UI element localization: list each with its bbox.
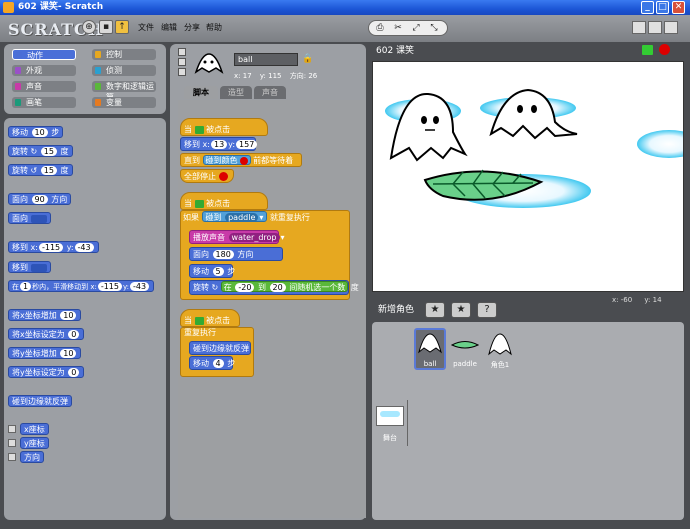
- menu-help[interactable]: 帮助: [206, 22, 222, 33]
- change-x-block[interactable]: 将x坐标增加 10: [8, 309, 82, 321]
- title-bar: 602 课笑- Scratch _ □ ✕: [0, 0, 690, 15]
- menu-share[interactable]: 分享: [184, 22, 200, 33]
- sprite-label-paddle: paddle: [453, 360, 477, 368]
- sprite-label-1: 角色1: [490, 361, 510, 369]
- move-block[interactable]: 移动 10 步: [8, 126, 64, 138]
- bounce-block[interactable]: 碰到边缘就反弹: [189, 341, 251, 355]
- ghost-icon: [418, 333, 442, 354]
- tab-sounds[interactable]: 声音: [254, 86, 286, 99]
- category-looks[interactable]: 外观: [12, 65, 76, 76]
- share-icon[interactable]: ↑: [115, 20, 129, 34]
- menu-file[interactable]: 文件: [138, 22, 154, 33]
- cloud-3: [637, 130, 690, 158]
- move-block[interactable]: 移动 4 步: [189, 356, 235, 370]
- stop-sign-icon[interactable]: [659, 44, 670, 55]
- change-y-block[interactable]: 将y坐标增加 10: [8, 347, 82, 359]
- stage-canvas[interactable]: [372, 61, 690, 292]
- glide-block[interactable]: 在 1 秒内，平滑移动到 x: -115 y: -43: [8, 280, 155, 292]
- green-flag-icon: [194, 125, 204, 134]
- direction-checkbox[interactable]: [8, 453, 16, 461]
- paint-sprite-button[interactable]: ★: [425, 302, 445, 318]
- goto-xy-block[interactable]: 移到 x: -115 y: -43: [8, 241, 99, 253]
- close-button[interactable]: ✕: [672, 1, 685, 14]
- presentation-icon[interactable]: [664, 21, 678, 34]
- y-position-checkbox[interactable]: [8, 439, 16, 447]
- window-title: 602 课笑- Scratch: [18, 2, 104, 12]
- menu-edit[interactable]: 编辑: [161, 22, 177, 33]
- no-rotate-icon[interactable]: [178, 68, 186, 76]
- stage-title: 602 课笑: [376, 46, 415, 56]
- small-stage-icon[interactable]: [632, 21, 646, 34]
- ghost-icon[interactable]: [486, 330, 514, 356]
- green-flag-icon[interactable]: [642, 45, 653, 55]
- stop-all-block[interactable]: 全部停止: [180, 169, 234, 183]
- category-operators[interactable]: 数字和逻辑运算: [92, 81, 156, 102]
- sprite-name-field[interactable]: ball: [234, 53, 298, 66]
- x-position-checkbox[interactable]: [8, 425, 16, 433]
- stamp-icon[interactable]: ⎙: [373, 22, 387, 35]
- when-flag-clicked-hat[interactable]: 当 被点击: [180, 309, 240, 327]
- stage-drawing: [385, 88, 690, 208]
- play-sound-block[interactable]: 播放声音 water_drop ▾: [189, 230, 285, 244]
- y-position-reporter[interactable]: y座标: [20, 437, 49, 449]
- tab-scripts[interactable]: 脚本: [184, 86, 218, 99]
- rotate-style-icon[interactable]: [178, 48, 186, 56]
- sprite-label-ball: ball: [423, 360, 437, 368]
- sprite-coords: x: 17 y: 115 方向: 26: [234, 72, 318, 80]
- minimize-button[interactable]: _: [641, 1, 654, 14]
- turn-random-block[interactable]: 旋转 ↻ 在 -20 到 20 间随机选一个数 度: [189, 280, 359, 295]
- grow-icon[interactable]: ⤢: [409, 22, 423, 35]
- choose-sprite-button[interactable]: ★: [451, 302, 471, 318]
- goto-block[interactable]: 移到: [8, 261, 51, 273]
- category-motion[interactable]: 动作: [12, 49, 76, 60]
- category-sound[interactable]: 声音: [12, 81, 76, 92]
- bounce-block[interactable]: 碰到边缘就反弹: [8, 395, 72, 407]
- category-pen[interactable]: 画笔: [12, 97, 76, 108]
- lock-icon[interactable]: 🔒: [302, 54, 313, 64]
- scratch-cat-icon: [3, 2, 14, 13]
- when-flag-clicked-hat[interactable]: 当 被点击: [180, 192, 268, 210]
- when-flag-clicked-hat[interactable]: 当 被点击: [180, 118, 268, 136]
- touch-color-swatch: [239, 156, 248, 165]
- turn-right-block[interactable]: 旋转 ↻ 15 度: [8, 145, 73, 157]
- category-variables[interactable]: 变量: [92, 97, 156, 108]
- maximize-button[interactable]: □: [656, 1, 669, 14]
- sprite-thumbnail: [194, 53, 224, 74]
- forever-if-header: 如果 碰到 paddle ▾ 就重复执行: [183, 211, 310, 222]
- normal-stage-icon[interactable]: [648, 21, 662, 34]
- forever-label: 重复执行: [184, 328, 216, 337]
- new-sprite-label: 新增角色: [378, 305, 415, 315]
- globe-icon[interactable]: ⊕: [82, 20, 96, 34]
- scissors-icon[interactable]: ✂: [391, 22, 405, 35]
- direction-reporter[interactable]: 方向: [20, 451, 44, 463]
- category-panel: 动作 控制 外观 侦测 声音 数字和逻辑运算 画笔 变量: [4, 44, 166, 114]
- point-towards-block[interactable]: 面向: [8, 212, 51, 224]
- turn-left-block[interactable]: 旋转 ↺ 15 度: [8, 164, 73, 176]
- category-sensing[interactable]: 侦测: [92, 65, 156, 76]
- category-control[interactable]: 控制: [92, 49, 156, 60]
- point-direction-block[interactable]: 面向 180 方向: [189, 247, 283, 261]
- stage-label: 舞台: [383, 434, 397, 442]
- green-flag-icon: [194, 199, 204, 208]
- stop-sign-icon: [218, 172, 228, 181]
- set-x-block[interactable]: 将x坐标设定为 0: [8, 328, 85, 340]
- set-y-block[interactable]: 将y坐标设定为 0: [8, 366, 85, 378]
- flip-style-icon[interactable]: [178, 58, 186, 66]
- shrink-icon[interactable]: ⤡: [427, 22, 441, 35]
- green-flag-icon: [194, 316, 204, 325]
- move-block[interactable]: 移动 5 步: [189, 264, 235, 278]
- tab-costumes[interactable]: 造型: [220, 86, 252, 99]
- x-position-reporter[interactable]: x座标: [20, 423, 49, 435]
- goto-xy-block[interactable]: 移到 x: 13 y: 157: [180, 137, 258, 151]
- random-sprite-button[interactable]: ?: [477, 302, 497, 318]
- point-direction-block[interactable]: 面向 90 方向: [8, 193, 72, 205]
- tool-group: ⎙ ✂ ⤢ ⤡: [368, 20, 448, 36]
- block-palette: 移动 10 步 旋转 ↻ 15 度 旋转 ↺ 15 度 面向 90 方向 面向 …: [4, 118, 166, 520]
- leaf-icon[interactable]: [450, 338, 480, 352]
- wait-until-block[interactable]: 直到 碰到颜色 前都等待着: [180, 153, 302, 167]
- save-icon[interactable]: ▪: [99, 20, 113, 34]
